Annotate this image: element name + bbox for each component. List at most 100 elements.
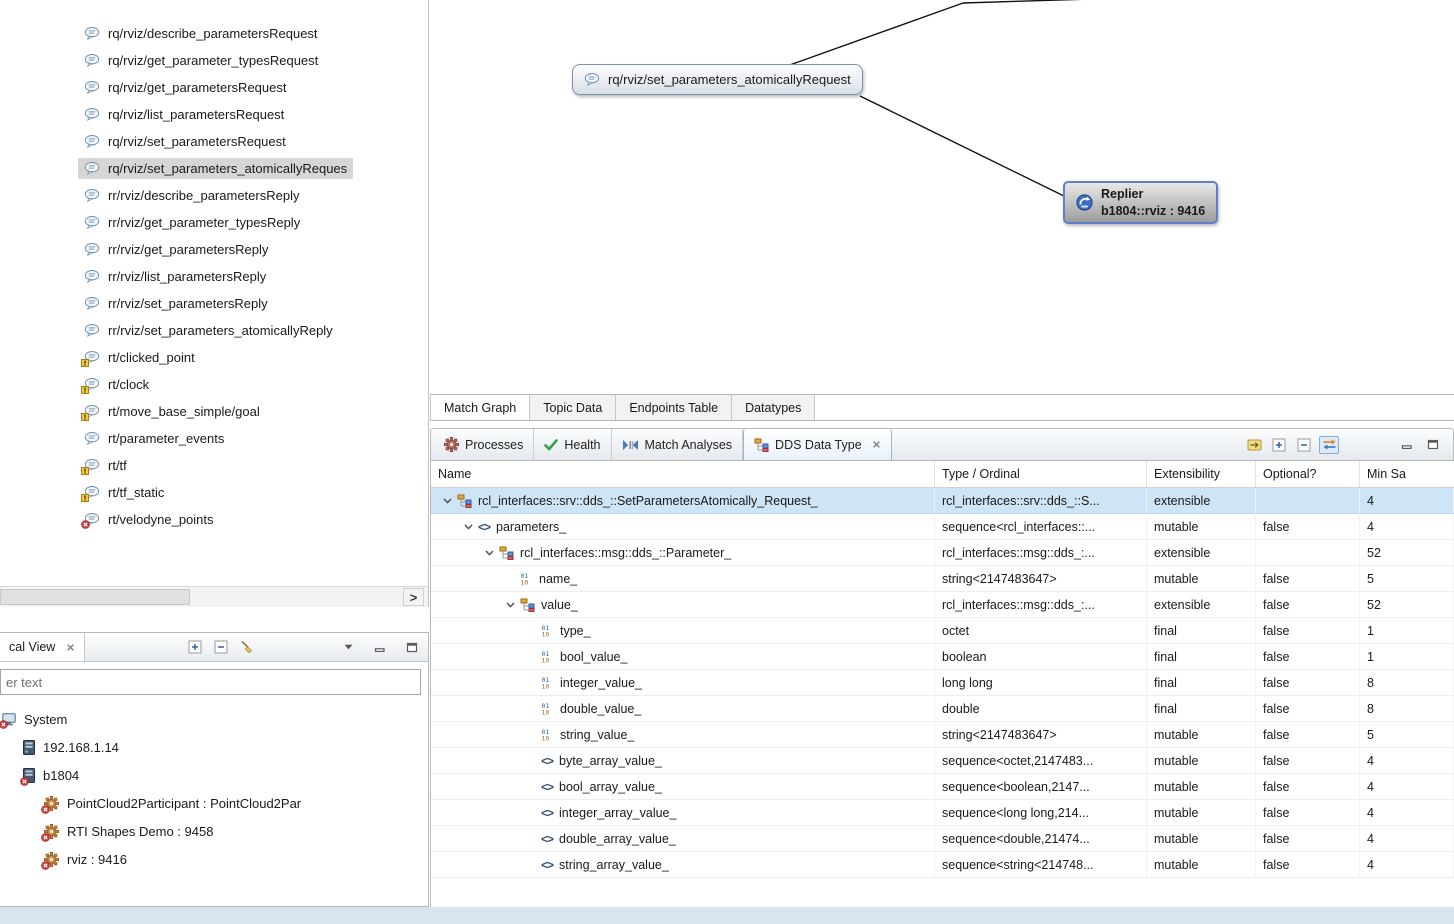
topic-item[interactable]: rr/rviz/describe_parametersReply (0, 182, 428, 209)
minimize-icon[interactable] (370, 638, 390, 656)
table-row[interactable]: 0110type_octetfinalfalse1 (431, 618, 1454, 644)
topic-item[interactable]: rt/parameter_events (0, 425, 428, 452)
column-header[interactable]: Name (431, 461, 935, 487)
table-row[interactable]: rcl_interfaces::msg::dds_::Parameter_rcl… (431, 540, 1454, 566)
view-tabs: ProcessesHealthMatch AnalysesDDS Data Ty… (434, 429, 892, 460)
tab-health[interactable]: Health (534, 429, 611, 460)
table-row[interactable]: <>integer_array_value_sequence<long long… (431, 800, 1454, 826)
topic-item[interactable]: rt/velodyne_points (0, 506, 428, 533)
table-row[interactable]: rcl_interfaces::srv::dds_::SetParameters… (431, 488, 1454, 514)
import-icon[interactable] (1244, 436, 1264, 454)
table-row[interactable]: 0110string_value_string<2147483647>mutab… (431, 722, 1454, 748)
topic-item[interactable]: rr/rviz/get_parameter_typesReply (0, 209, 428, 236)
tab-match-graph[interactable]: Match Graph (430, 395, 530, 420)
topic-item[interactable]: rt/tf (0, 452, 428, 479)
table-row[interactable]: 0110double_value_doublefinalfalse8 (431, 696, 1454, 722)
logical-view-tabbar: cal View (0, 633, 428, 662)
topic-label: rt/tf (108, 458, 127, 473)
optional-cell: false (1256, 618, 1360, 643)
collapse-all-icon[interactable] (1294, 436, 1314, 454)
extensibility-cell: extensible (1147, 488, 1256, 513)
column-header[interactable]: Type / Ordinal (935, 461, 1147, 487)
min-size-cell: 4 (1360, 826, 1454, 851)
optional-cell: false (1256, 592, 1360, 617)
scroll-right-button[interactable]: > (403, 588, 424, 606)
tree-item[interactable]: 192.168.1.14 (0, 733, 428, 761)
topic-item[interactable]: rr/rviz/list_parametersReply (0, 263, 428, 290)
maximize-icon[interactable] (1423, 436, 1443, 454)
logical-toolbar-right (338, 638, 422, 656)
close-icon[interactable] (66, 643, 75, 652)
processes-gear-icon (444, 437, 459, 452)
struct-icon (520, 598, 535, 612)
type-cell: boolean (935, 644, 1147, 669)
topic-item[interactable]: rt/tf_static (0, 479, 428, 506)
type-cell: rcl_interfaces::msg::dds_:... (935, 592, 1147, 617)
graph-node-replier[interactable]: Replier b1804::rviz : 9416 (1063, 181, 1218, 224)
expand-chevron-icon[interactable] (502, 602, 518, 608)
expand-chevron-icon[interactable] (439, 498, 455, 504)
min-size-cell: 52 (1360, 592, 1454, 617)
topic-item[interactable]: rr/rviz/get_parametersReply (0, 236, 428, 263)
column-header[interactable]: Extensibility (1147, 461, 1256, 487)
tab-topic-data[interactable]: Topic Data (530, 395, 616, 420)
tree-item[interactable]: PointCloud2Participant : PointCloud2Par (0, 789, 428, 817)
tab-endpoints-table[interactable]: Endpoints Table (616, 395, 732, 420)
tree-item[interactable]: b1804 (0, 761, 428, 789)
topic-item[interactable]: rq/rviz/get_parameter_typesRequest (0, 47, 428, 74)
table-row[interactable]: <>string_array_value_sequence<string<214… (431, 852, 1454, 878)
topic-item[interactable]: rr/rviz/set_parameters_atomicallyReply (0, 317, 428, 344)
optional-cell: false (1256, 644, 1360, 669)
tab-match-analyses[interactable]: Match Analyses (612, 429, 744, 460)
maximize-icon[interactable] (402, 638, 422, 656)
tab-datatypes[interactable]: Datatypes (732, 395, 815, 420)
min-size-cell: 1 (1360, 644, 1454, 669)
table-row[interactable]: <>double_array_value_sequence<double,214… (431, 826, 1454, 852)
sequence-icon: <> (478, 520, 490, 534)
table-row[interactable]: 0110integer_value_long longfinalfalse8 (431, 670, 1454, 696)
table-row[interactable]: <>parameters_sequence<rcl_interfaces::..… (431, 514, 1454, 540)
topic-label: rr/rviz/get_parametersReply (108, 242, 268, 257)
expand-all-icon[interactable] (185, 638, 205, 656)
topic-item[interactable]: rq/rviz/list_parametersRequest (0, 101, 428, 128)
minimize-icon[interactable] (1397, 436, 1417, 454)
tree-item[interactable]: RTI Shapes Demo : 9458 (0, 817, 428, 845)
tree-item[interactable]: rviz : 9416 (0, 845, 428, 873)
link-with-selection-icon[interactable] (1319, 436, 1339, 454)
clear-icon[interactable] (237, 638, 257, 656)
tab-processes[interactable]: Processes (434, 429, 534, 460)
tab-label: Match Graph (444, 401, 516, 415)
topic-item[interactable]: rq/rviz/get_parametersRequest (0, 74, 428, 101)
tree-item[interactable]: System (0, 705, 428, 733)
topic-item[interactable]: rt/clock (0, 371, 428, 398)
match-graph-canvas[interactable]: rq/rviz/set_parameters_atomicallyRequest… (430, 0, 1454, 394)
topic-item[interactable]: rq/rviz/set_parametersRequest (0, 128, 428, 155)
table-row[interactable]: value_rcl_interfaces::msg::dds_:...exten… (431, 592, 1454, 618)
filter-input[interactable] (0, 669, 421, 695)
table-row[interactable]: 0110bool_value_booleanfinalfalse1 (431, 644, 1454, 670)
expand-chevron-icon[interactable] (460, 524, 476, 530)
expand-all-icon[interactable] (1269, 436, 1289, 454)
collapse-all-icon[interactable] (211, 638, 231, 656)
member-name: string_value_ (560, 728, 634, 742)
tab-logical-view[interactable]: cal View (0, 633, 85, 661)
horizontal-scrollbar[interactable]: > (0, 586, 428, 607)
topic-list: rq/rviz/describe_parametersRequestrq/rvi… (0, 20, 428, 533)
topic-item[interactable]: rt/move_base_simple/goal (0, 398, 428, 425)
table-row[interactable]: <>byte_array_value_sequence<octet,214748… (431, 748, 1454, 774)
close-icon[interactable] (872, 440, 881, 449)
column-header[interactable]: Min Sa (1360, 461, 1454, 487)
topic-item[interactable]: rq/rviz/set_parameters_atomicallyReques (0, 155, 428, 182)
scrollbar-thumb[interactable] (0, 589, 190, 605)
view-menu-icon[interactable] (338, 638, 358, 656)
topic-item[interactable]: rr/rviz/set_parametersReply (0, 290, 428, 317)
graph-node-topic[interactable]: rq/rviz/set_parameters_atomicallyRequest (572, 64, 863, 95)
table-row[interactable]: <>bool_array_value_sequence<boolean,2147… (431, 774, 1454, 800)
topic-item[interactable]: rt/clicked_point (0, 344, 428, 371)
table-row[interactable]: 0110name_string<2147483647>mutablefalse5 (431, 566, 1454, 592)
column-header[interactable]: Optional? (1256, 461, 1360, 487)
tab-dds-data-type[interactable]: DDS Data Type (743, 429, 892, 460)
name-cell: 0110type_ (431, 618, 935, 643)
topic-item[interactable]: rq/rviz/describe_parametersRequest (0, 20, 428, 47)
expand-chevron-icon[interactable] (481, 550, 497, 556)
